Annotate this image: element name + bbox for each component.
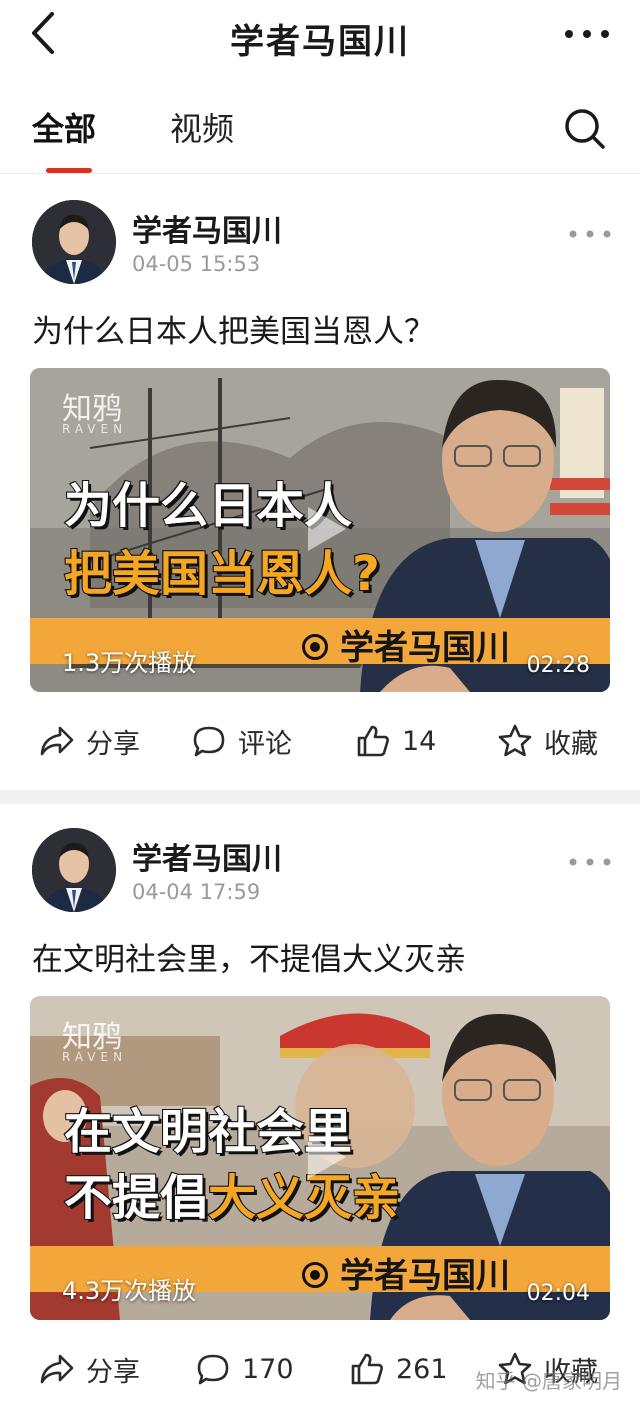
share-icon: [40, 726, 74, 756]
thumbs-up-icon: [351, 1353, 383, 1385]
video-duration: 02:04: [526, 1281, 590, 1306]
comment-button[interactable]: 评论: [190, 716, 292, 766]
post-title[interactable]: 为什么日本人把美国当恩人？: [32, 306, 435, 351]
share-button[interactable]: 分享: [38, 716, 140, 766]
post-divider: [0, 790, 640, 804]
more-horizontal-icon: [565, 30, 609, 38]
post-more-button[interactable]: [568, 224, 612, 238]
favorite-label: 收藏: [544, 728, 598, 760]
comment-button[interactable]: 170: [194, 1344, 294, 1394]
post-more-button[interactable]: [568, 852, 612, 866]
action-bar: 分享 评论 14 收藏: [0, 716, 640, 766]
top-bar: 学者马国川: [0, 0, 640, 78]
search-icon: [565, 109, 605, 149]
record-icon: [302, 633, 328, 660]
star-icon: [498, 724, 532, 757]
video-badge: 学者马国川: [302, 620, 510, 669]
video-badge: 学者马国川: [302, 1248, 510, 1297]
like-count: 261: [396, 1353, 448, 1385]
page-title: 学者马国川: [230, 22, 410, 62]
post-title[interactable]: 在文明社会里，不提倡大义灭亲: [32, 934, 466, 979]
play-icon: [304, 1132, 348, 1182]
comment-label: 评论: [238, 728, 292, 760]
brand-subtitle: RAVEN: [62, 422, 128, 436]
share-icon: [40, 1354, 74, 1384]
avatar[interactable]: [32, 200, 116, 284]
more-horizontal-icon: [569, 858, 611, 866]
record-icon: [302, 1261, 328, 1288]
play-count: 4.3万次播放: [62, 1277, 197, 1305]
author-name[interactable]: 学者马国川: [132, 834, 282, 878]
tab-video[interactable]: 视频: [170, 104, 234, 150]
favorite-button[interactable]: 收藏: [496, 716, 598, 766]
share-button[interactable]: 分享: [38, 1344, 140, 1394]
more-options-button[interactable]: [562, 22, 612, 46]
post-card[interactable]: 学者马国川 04-05 15:53 为什么日本人把美国当恩人？ 知鸦 RAVEN…: [0, 176, 640, 790]
post-time: 04-04 17:59: [132, 880, 261, 904]
search-button[interactable]: [562, 106, 608, 152]
post-time: 04-05 15:53: [132, 252, 261, 276]
author-name[interactable]: 学者马国川: [132, 206, 282, 250]
watermark: 知乎 @唐家明月: [475, 1369, 622, 1393]
tab-bar: 全部 视频: [0, 90, 640, 174]
more-horizontal-icon: [569, 230, 611, 238]
thumbs-up-icon: [357, 725, 389, 757]
video-player[interactable]: 知鸦 RAVEN 为什么日本人 把美国当恩人? 学者马国川 1.3万次播放 02…: [30, 368, 610, 692]
video-caption-line2-white: 不提倡: [63, 1169, 209, 1227]
avatar[interactable]: [32, 828, 116, 912]
active-tab-indicator: [46, 168, 92, 173]
play-icon: [304, 504, 348, 554]
video-caption-line2: 不提倡大义灭亲: [63, 1158, 401, 1228]
video-badge-label: 学者马国川: [340, 1256, 510, 1296]
comment-icon: [197, 1354, 229, 1385]
video-player[interactable]: 知鸦 RAVEN 在文明社会里 不提倡大义灭亲 学者马国川 4.3万次播放 02…: [30, 996, 610, 1320]
comment-count: 170: [242, 1353, 294, 1385]
share-label: 分享: [86, 1356, 140, 1388]
share-label: 分享: [86, 728, 140, 760]
video-badge-label: 学者马国川: [340, 628, 510, 668]
post-card[interactable]: 学者马国川 04-04 17:59 在文明社会里，不提倡大义灭亲 知鸦 RAVE…: [0, 804, 640, 1408]
video-duration: 02:28: [526, 653, 590, 678]
play-count: 1.3万次播放: [62, 649, 197, 677]
brand-subtitle: RAVEN: [62, 1050, 128, 1064]
comment-icon: [193, 726, 225, 757]
like-button[interactable]: 14: [354, 716, 436, 766]
like-count: 14: [402, 725, 437, 757]
like-button[interactable]: 261: [348, 1344, 448, 1394]
tab-all[interactable]: 全部: [32, 104, 96, 150]
